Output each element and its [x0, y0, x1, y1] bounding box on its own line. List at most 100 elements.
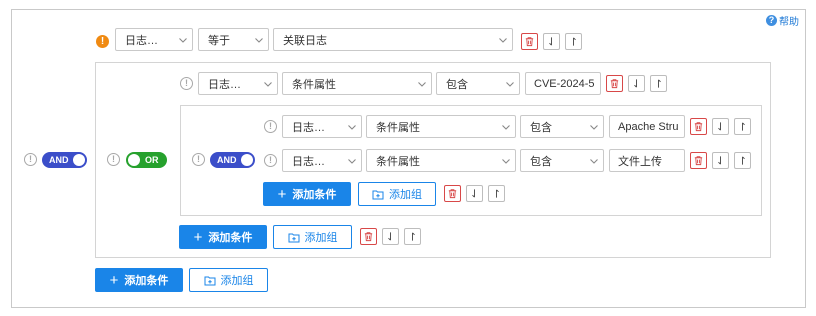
or-value-text: CVE-2024-5: [534, 77, 595, 90]
delete-button[interactable]: [690, 118, 707, 135]
arrow-down-icon: [469, 188, 480, 199]
chevron-down-icon: [585, 150, 603, 171]
toggle-label: AND: [217, 155, 237, 165]
move-up-button[interactable]: [404, 228, 421, 245]
move-down-button[interactable]: [712, 118, 729, 135]
or-toggle[interactable]: OR: [126, 152, 167, 168]
inner2-field-value: 日志…: [292, 155, 325, 168]
add-condition-button[interactable]: + 添加条件: [179, 225, 267, 249]
inner2-field-select[interactable]: 日志…: [282, 149, 362, 172]
add-group-button[interactable]: 添加组: [273, 225, 352, 249]
delete-group-button[interactable]: [444, 185, 461, 202]
inner1-operator-value: 包含: [530, 121, 552, 134]
chevron-down-icon: [343, 116, 361, 137]
inner1-attribute-value: 条件属性: [376, 121, 420, 134]
or-operator-value: 包含: [446, 78, 468, 91]
add-group-label: 添加组: [389, 189, 422, 201]
info-icon: !: [264, 120, 277, 133]
move-up-button[interactable]: [488, 185, 505, 202]
inner1-operator-select[interactable]: 包含: [520, 115, 604, 138]
toggle-knob: [128, 154, 140, 166]
top-value-select[interactable]: 关联日志: [273, 28, 513, 51]
move-down-button[interactable]: [712, 152, 729, 169]
add-condition-button[interactable]: + 添加条件: [95, 268, 183, 292]
add-condition-label: 添加条件: [292, 189, 337, 201]
trash-icon: [524, 36, 535, 47]
chevron-down-icon: [343, 150, 361, 171]
arrow-up-icon: [737, 121, 748, 132]
inner2-operator-select[interactable]: 包含: [520, 149, 604, 172]
delete-group-button[interactable]: [360, 228, 377, 245]
and-toggle-root[interactable]: AND: [42, 152, 87, 168]
arrow-up-icon: [491, 188, 502, 199]
inner1-field-value: 日志…: [292, 121, 325, 134]
top-field-value: 日志…: [125, 34, 158, 47]
plus-icon: +: [109, 271, 119, 289]
add-group-button[interactable]: 添加组: [358, 182, 436, 206]
plus-icon: +: [277, 185, 287, 203]
add-group-button[interactable]: 添加组: [189, 268, 268, 292]
arrow-up-icon: [568, 36, 579, 47]
inner2-value-input[interactable]: 文件上传: [609, 149, 685, 172]
arrow-down-icon: [546, 36, 557, 47]
delete-button[interactable]: [690, 152, 707, 169]
chevron-down-icon: [585, 116, 603, 137]
trash-icon: [693, 155, 704, 166]
inner1-field-select[interactable]: 日志…: [282, 115, 362, 138]
arrow-down-icon: [631, 78, 642, 89]
move-up-button[interactable]: [565, 33, 582, 50]
move-down-button[interactable]: [382, 228, 399, 245]
add-condition-label: 添加条件: [208, 232, 253, 244]
chevron-down-icon: [259, 73, 277, 94]
trash-icon: [363, 231, 374, 242]
delete-button[interactable]: [521, 33, 538, 50]
move-up-button[interactable]: [734, 152, 751, 169]
move-down-button[interactable]: [466, 185, 483, 202]
toggle-knob: [240, 154, 253, 166]
inner1-value-input[interactable]: Apache Stru: [609, 115, 685, 138]
info-icon: !: [24, 153, 37, 166]
inner2-attribute-value: 条件属性: [376, 155, 420, 168]
move-up-button[interactable]: [650, 75, 667, 92]
or-field-select[interactable]: 日志…: [198, 72, 278, 95]
help-icon: ?: [766, 15, 777, 26]
warning-icon: !: [96, 35, 109, 48]
info-icon: !: [107, 153, 120, 166]
arrow-down-icon: [715, 155, 726, 166]
help-label: 帮助: [779, 17, 799, 28]
arrow-down-icon: [715, 121, 726, 132]
and-toggle-inner[interactable]: AND: [210, 152, 255, 168]
or-field-value: 日志…: [208, 78, 241, 91]
inner1-attribute-select[interactable]: 条件属性: [366, 115, 516, 138]
chevron-down-icon: [174, 29, 192, 50]
folder-add-icon: [204, 275, 216, 286]
inner2-operator-value: 包含: [530, 155, 552, 168]
info-icon: !: [192, 153, 205, 166]
plus-icon: +: [193, 228, 203, 246]
trash-icon: [609, 78, 620, 89]
add-condition-button[interactable]: + 添加条件: [263, 182, 351, 206]
arrow-up-icon: [407, 231, 418, 242]
or-attribute-value: 条件属性: [292, 78, 336, 91]
move-up-button[interactable]: [734, 118, 751, 135]
move-down-button[interactable]: [628, 75, 645, 92]
folder-add-icon: [288, 232, 300, 243]
inner1-value-text: Apache Stru: [618, 120, 679, 133]
move-down-button[interactable]: [543, 33, 560, 50]
top-operator-value: 等于: [208, 34, 230, 47]
info-icon: !: [180, 77, 193, 90]
or-operator-select[interactable]: 包含: [436, 72, 520, 95]
chevron-down-icon: [497, 150, 515, 171]
add-group-label: 添加组: [220, 275, 254, 287]
or-value-input[interactable]: CVE-2024-5: [525, 72, 601, 95]
delete-button[interactable]: [606, 75, 623, 92]
help-link[interactable]: ? 帮助: [766, 13, 799, 28]
trash-icon: [447, 188, 458, 199]
inner2-attribute-select[interactable]: 条件属性: [366, 149, 516, 172]
toggle-label: AND: [49, 155, 69, 165]
inner2-value-text: 文件上传: [618, 155, 662, 168]
top-field-select[interactable]: 日志…: [115, 28, 193, 51]
or-attribute-select[interactable]: 条件属性: [282, 72, 432, 95]
top-operator-select[interactable]: 等于: [198, 28, 269, 51]
chevron-down-icon: [250, 29, 268, 50]
